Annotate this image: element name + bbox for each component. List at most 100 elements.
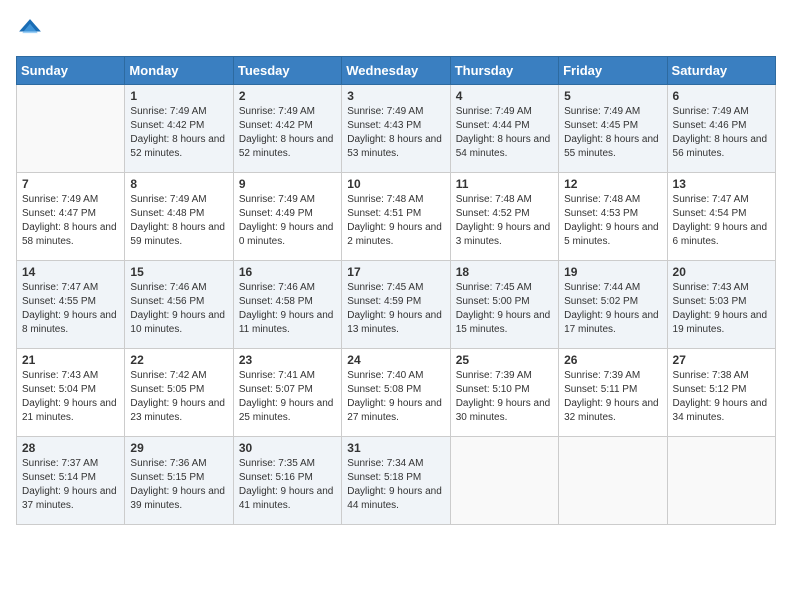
calendar-cell (17, 85, 125, 173)
calendar-cell: 6 Sunrise: 7:49 AMSunset: 4:46 PMDaylight… (667, 85, 775, 173)
day-number: 15 (130, 265, 227, 279)
calendar-cell: 4 Sunrise: 7:49 AMSunset: 4:44 PMDaylight… (450, 85, 558, 173)
day-info: Sunrise: 7:35 AMSunset: 5:16 PMDaylight:… (239, 457, 336, 513)
calendar-cell: 21 Sunrise: 7:43 AMSunset: 5:04 PMDayligh… (17, 349, 125, 437)
day-info: Sunrise: 7:38 AMSunset: 5:12 PMDaylight:… (673, 369, 770, 425)
calendar-cell: 1Sunrise: 7:49 AMSunset: 4:42 PMDaylight… (125, 85, 233, 173)
day-info: Sunrise: 7:49 AMSunset: 4:46 PMDaylight:… (673, 105, 770, 161)
calendar-cell: 17Sunrise: 7:45 AMSunset: 4:59 PMDayligh… (342, 261, 450, 349)
day-number: 3 (347, 89, 444, 103)
day-number: 17 (347, 265, 444, 279)
calendar-cell: 2Sunrise: 7:49 AMSunset: 4:42 PMDaylight… (233, 85, 341, 173)
calendar-cell: 18 Sunrise: 7:45 AMSunset: 5:00 PMDayligh… (450, 261, 558, 349)
day-number: 10 (347, 177, 444, 191)
calendar-cell (667, 437, 775, 525)
calendar-week-row: 14 Sunrise: 7:47 AMSunset: 4:55 PMDayligh… (17, 261, 776, 349)
day-number: 21 (22, 353, 119, 367)
day-number: 20 (673, 265, 770, 279)
calendar-cell: 28 Sunrise: 7:37 AMSunset: 5:14 PMDayligh… (17, 437, 125, 525)
day-number: 2 (239, 89, 336, 103)
day-info: Sunrise: 7:49 AMSunset: 4:48 PMDaylight:… (130, 193, 227, 249)
calendar-cell: 25Sunrise: 7:39 AMSunset: 5:10 PMDayligh… (450, 349, 558, 437)
weekday-header: Friday (559, 57, 667, 85)
weekday-header: Tuesday (233, 57, 341, 85)
calendar-cell: 30 Sunrise: 7:35 AMSunset: 5:16 PMDayligh… (233, 437, 341, 525)
calendar-cell: 31 Sunrise: 7:34 AMSunset: 5:18 PMDayligh… (342, 437, 450, 525)
calendar-cell: 23 Sunrise: 7:41 AMSunset: 5:07 PMDayligh… (233, 349, 341, 437)
calendar-cell: 16 Sunrise: 7:46 AMSunset: 4:58 PMDayligh… (233, 261, 341, 349)
day-number: 24 (347, 353, 444, 367)
calendar-cell: 15 Sunrise: 7:46 AMSunset: 4:56 PMDayligh… (125, 261, 233, 349)
weekday-header: Monday (125, 57, 233, 85)
day-number: 12 (564, 177, 661, 191)
calendar-cell: 8 Sunrise: 7:49 AMSunset: 4:48 PMDaylight… (125, 173, 233, 261)
day-info: Sunrise: 7:44 AMSunset: 5:02 PMDaylight:… (564, 281, 661, 337)
calendar-cell: 9 Sunrise: 7:49 AMSunset: 4:49 PMDaylight… (233, 173, 341, 261)
weekday-header: Wednesday (342, 57, 450, 85)
day-info: Sunrise: 7:43 AMSunset: 5:03 PMDaylight:… (673, 281, 770, 337)
day-info: Sunrise: 7:47 AMSunset: 4:55 PMDaylight:… (22, 281, 119, 337)
calendar-cell: 27 Sunrise: 7:38 AMSunset: 5:12 PMDayligh… (667, 349, 775, 437)
day-number: 14 (22, 265, 119, 279)
day-info: Sunrise: 7:37 AMSunset: 5:14 PMDaylight:… (22, 457, 119, 513)
day-info: Sunrise: 7:49 AMSunset: 4:42 PMDaylight:… (130, 105, 227, 161)
weekday-header: Sunday (17, 57, 125, 85)
calendar-week-row: 21 Sunrise: 7:43 AMSunset: 5:04 PMDayligh… (17, 349, 776, 437)
day-number: 22 (130, 353, 227, 367)
day-number: 7 (22, 177, 119, 191)
calendar-cell: 22 Sunrise: 7:42 AMSunset: 5:05 PMDayligh… (125, 349, 233, 437)
day-info: Sunrise: 7:42 AMSunset: 5:05 PMDaylight:… (130, 369, 227, 425)
calendar-body: 1Sunrise: 7:49 AMSunset: 4:42 PMDaylight… (17, 85, 776, 525)
day-number: 16 (239, 265, 336, 279)
day-info: Sunrise: 7:41 AMSunset: 5:07 PMDaylight:… (239, 369, 336, 425)
day-number: 8 (130, 177, 227, 191)
calendar-cell: 19 Sunrise: 7:44 AMSunset: 5:02 PMDayligh… (559, 261, 667, 349)
day-info: Sunrise: 7:46 AMSunset: 4:58 PMDaylight:… (239, 281, 336, 337)
logo-icon (16, 16, 44, 44)
day-info: Sunrise: 7:45 AMSunset: 5:00 PMDaylight:… (456, 281, 553, 337)
day-info: Sunrise: 7:43 AMSunset: 5:04 PMDaylight:… (22, 369, 119, 425)
day-number: 13 (673, 177, 770, 191)
day-number: 6 (673, 89, 770, 103)
calendar-cell: 14 Sunrise: 7:47 AMSunset: 4:55 PMDayligh… (17, 261, 125, 349)
day-info: Sunrise: 7:48 AMSunset: 4:52 PMDaylight:… (456, 193, 553, 249)
day-number: 23 (239, 353, 336, 367)
calendar-cell: 12 Sunrise: 7:48 AMSunset: 4:53 PMDayligh… (559, 173, 667, 261)
calendar-cell: 5 Sunrise: 7:49 AMSunset: 4:45 PMDaylight… (559, 85, 667, 173)
day-info: Sunrise: 7:49 AMSunset: 4:49 PMDaylight:… (239, 193, 336, 249)
day-number: 31 (347, 441, 444, 455)
day-info: Sunrise: 7:48 AMSunset: 4:53 PMDaylight:… (564, 193, 661, 249)
day-info: Sunrise: 7:40 AMSunset: 5:08 PMDaylight:… (347, 369, 444, 425)
day-number: 19 (564, 265, 661, 279)
calendar-cell: 13Sunrise: 7:47 AMSunset: 4:54 PMDayligh… (667, 173, 775, 261)
day-number: 28 (22, 441, 119, 455)
day-info: Sunrise: 7:34 AMSunset: 5:18 PMDaylight:… (347, 457, 444, 513)
day-info: Sunrise: 7:48 AMSunset: 4:51 PMDaylight:… (347, 193, 444, 249)
day-info: Sunrise: 7:49 AMSunset: 4:43 PMDaylight:… (347, 105, 444, 161)
calendar-week-row: 1Sunrise: 7:49 AMSunset: 4:42 PMDaylight… (17, 85, 776, 173)
calendar-cell: 11 Sunrise: 7:48 AMSunset: 4:52 PMDayligh… (450, 173, 558, 261)
logo (16, 16, 48, 44)
calendar-cell: 7Sunrise: 7:49 AMSunset: 4:47 PMDaylight… (17, 173, 125, 261)
day-number: 27 (673, 353, 770, 367)
day-info: Sunrise: 7:39 AMSunset: 5:10 PMDaylight:… (456, 369, 553, 425)
day-number: 29 (130, 441, 227, 455)
day-info: Sunrise: 7:49 AMSunset: 4:44 PMDaylight:… (456, 105, 553, 161)
calendar-cell (559, 437, 667, 525)
day-number: 11 (456, 177, 553, 191)
day-number: 4 (456, 89, 553, 103)
day-info: Sunrise: 7:36 AMSunset: 5:15 PMDaylight:… (130, 457, 227, 513)
day-number: 30 (239, 441, 336, 455)
calendar-cell: 24 Sunrise: 7:40 AMSunset: 5:08 PMDayligh… (342, 349, 450, 437)
calendar-cell: 10 Sunrise: 7:48 AMSunset: 4:51 PMDayligh… (342, 173, 450, 261)
day-number: 5 (564, 89, 661, 103)
day-number: 18 (456, 265, 553, 279)
calendar-cell: 26Sunrise: 7:39 AMSunset: 5:11 PMDayligh… (559, 349, 667, 437)
day-info: Sunrise: 7:46 AMSunset: 4:56 PMDaylight:… (130, 281, 227, 337)
day-number: 9 (239, 177, 336, 191)
day-number: 26 (564, 353, 661, 367)
calendar-header: SundayMondayTuesdayWednesdayThursdayFrid… (17, 57, 776, 85)
weekday-header: Saturday (667, 57, 775, 85)
calendar-table: SundayMondayTuesdayWednesdayThursdayFrid… (16, 56, 776, 525)
day-info: Sunrise: 7:49 AMSunset: 4:45 PMDaylight:… (564, 105, 661, 161)
